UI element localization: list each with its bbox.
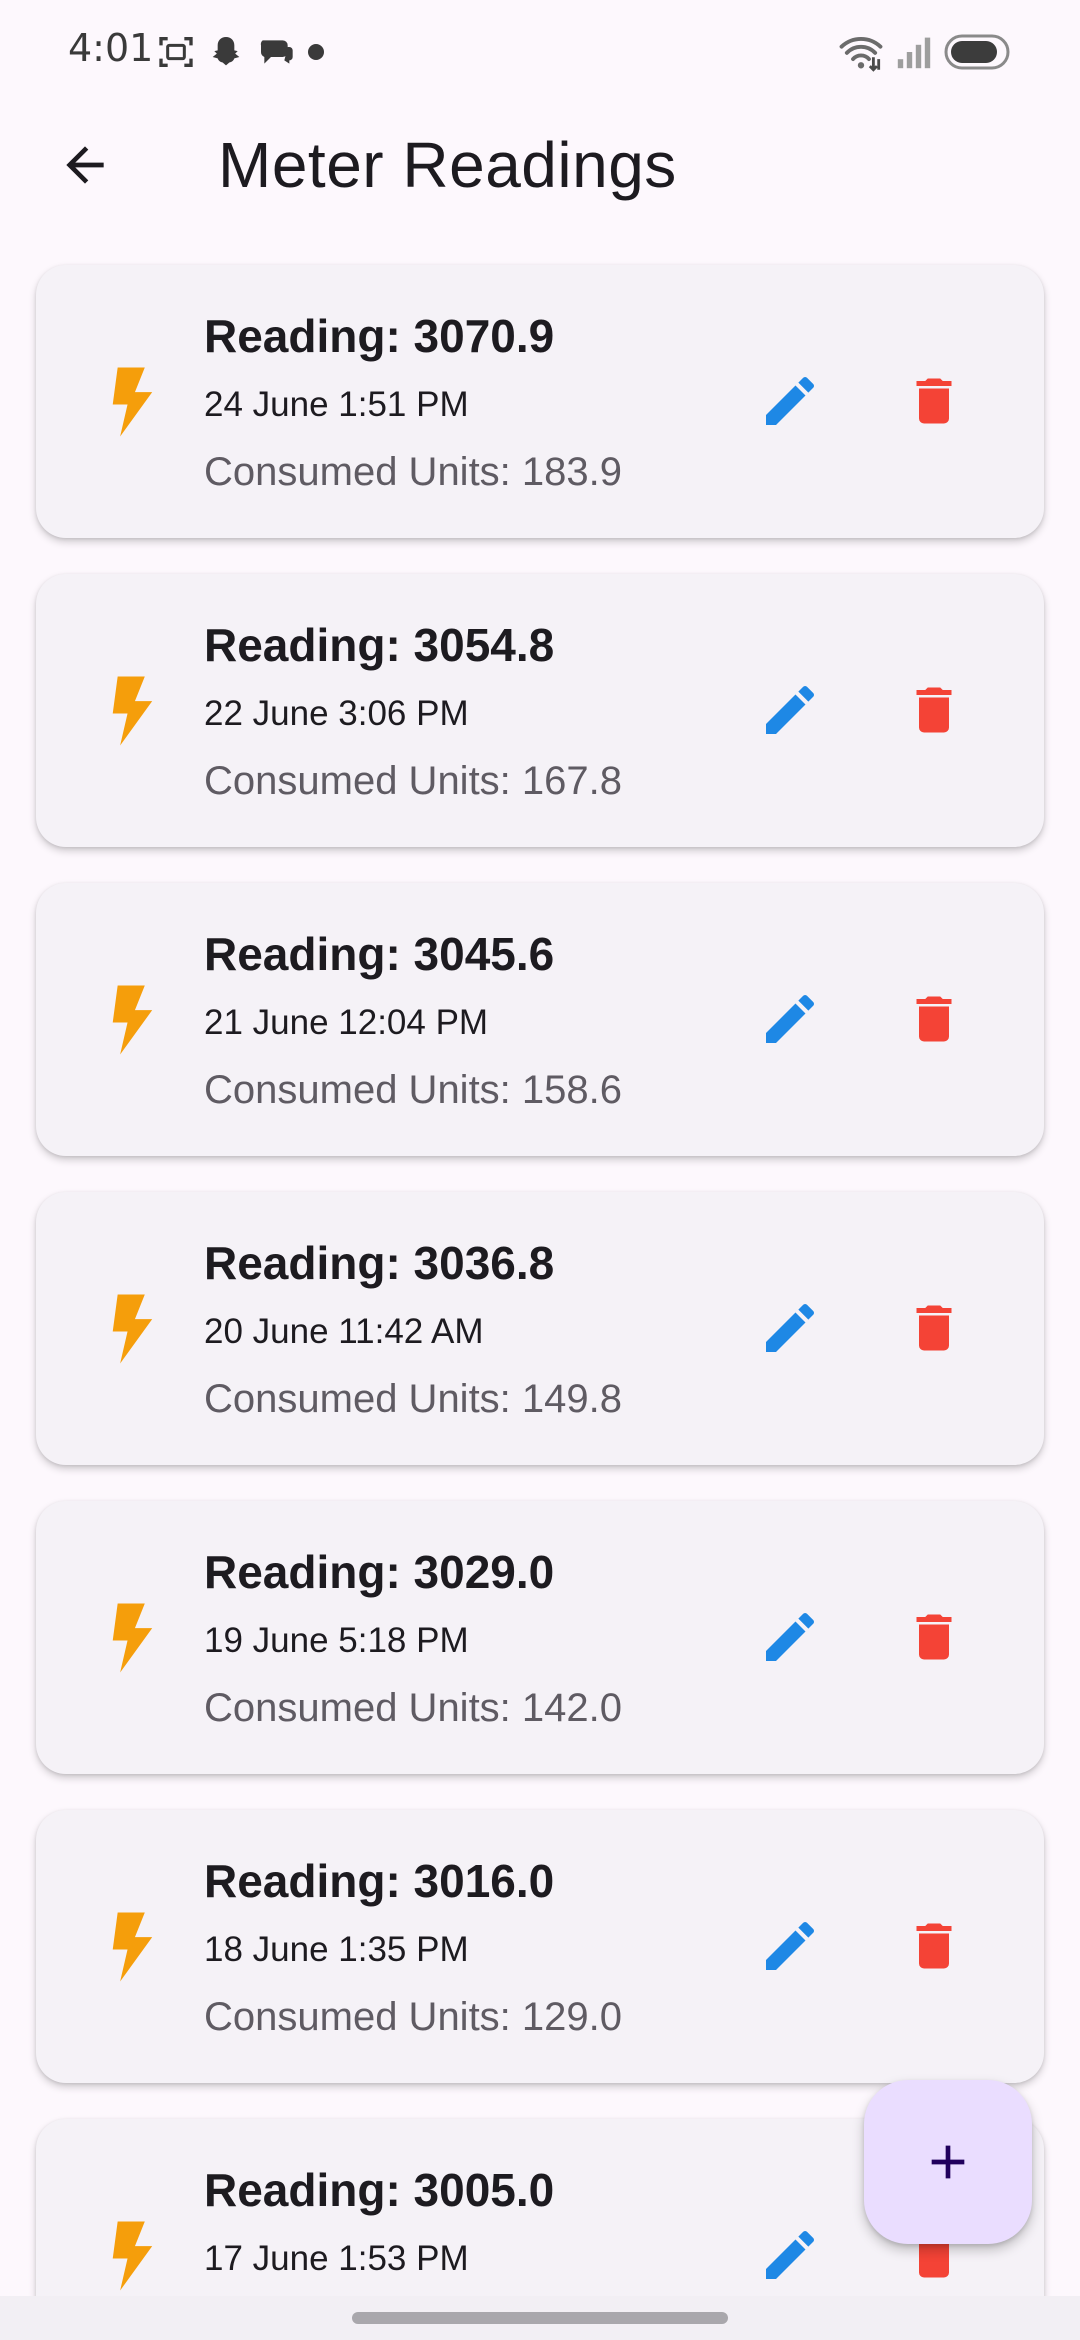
system-icons xyxy=(838,30,1010,74)
delete-button[interactable] xyxy=(884,351,984,451)
reading-date: 21 June 12:04 PM xyxy=(204,1003,489,1042)
consumed-units: Consumed Units: 142.0 xyxy=(204,1686,623,1730)
arrow-back-icon xyxy=(66,146,104,184)
pencil-icon xyxy=(766,1303,815,1352)
snapchat-icon xyxy=(206,32,246,72)
bolt-icon xyxy=(112,367,153,437)
system-nav-bar xyxy=(0,2296,1080,2340)
trash-icon xyxy=(916,1305,952,1351)
delete-button[interactable] xyxy=(884,1278,984,1378)
pencil-icon xyxy=(766,994,815,1043)
chat-icon xyxy=(256,32,296,72)
edit-button[interactable] xyxy=(740,1896,840,1996)
bolt-icon xyxy=(112,676,153,746)
pencil-icon xyxy=(766,2230,815,2279)
delete-button[interactable] xyxy=(884,969,984,1069)
edit-button[interactable] xyxy=(740,660,840,760)
reading-value: Reading: 3016.0 xyxy=(204,1855,555,1907)
reading-card[interactable]: Reading: 3016.0 18 June 1:35 PM Consumed… xyxy=(36,1810,1044,2083)
wifi-icon xyxy=(838,32,884,72)
reading-card[interactable]: Reading: 3029.0 19 June 5:18 PM Consumed… xyxy=(36,1501,1044,1774)
pencil-icon xyxy=(766,376,815,425)
consumed-units: Consumed Units: 149.8 xyxy=(204,1377,623,1421)
reading-card[interactable]: Reading: 3045.6 21 June 12:04 PM Consume… xyxy=(36,883,1044,1156)
reading-value: Reading: 3029.0 xyxy=(204,1546,555,1598)
screenshot-icon xyxy=(156,32,196,72)
reading-date: 17 June 1:53 PM xyxy=(204,2239,469,2278)
trash-icon xyxy=(916,687,952,733)
bolt-icon xyxy=(112,985,153,1055)
reading-date: 19 June 5:18 PM xyxy=(204,1621,469,1660)
reading-value: Reading: 3005.0 xyxy=(204,2164,555,2216)
pencil-icon xyxy=(766,1921,815,1970)
back-button[interactable] xyxy=(40,130,130,200)
add-reading-button[interactable] xyxy=(864,2080,1032,2244)
battery-icon xyxy=(944,32,1010,72)
edit-button[interactable] xyxy=(740,351,840,451)
delete-button[interactable] xyxy=(884,660,984,760)
edit-button[interactable] xyxy=(740,1278,840,1378)
meter-readings-screen: 4:01 Meter Readings Reading: 3070.9 24 J… xyxy=(0,0,1080,2340)
consumed-units: Consumed Units: 183.9 xyxy=(204,450,623,494)
reading-date: 22 June 3:06 PM xyxy=(204,694,469,733)
reading-value: Reading: 3070.9 xyxy=(204,310,555,362)
status-bar: 4:01 xyxy=(0,0,1080,100)
reading-date: 24 June 1:51 PM xyxy=(204,385,469,424)
trash-icon xyxy=(916,996,952,1042)
notification-icons xyxy=(156,30,326,74)
trash-icon xyxy=(916,1923,952,1969)
delete-button[interactable] xyxy=(884,1587,984,1687)
edit-button[interactable] xyxy=(740,2205,840,2305)
app-bar: Meter Readings xyxy=(0,100,1080,230)
reading-date: 20 June 11:42 AM xyxy=(204,1312,484,1351)
reading-value: Reading: 3045.6 xyxy=(204,928,555,980)
page-title: Meter Readings xyxy=(218,129,677,201)
bolt-icon xyxy=(112,1294,153,1364)
delete-button[interactable] xyxy=(884,1896,984,1996)
pencil-icon xyxy=(766,685,815,734)
reading-value: Reading: 3036.8 xyxy=(204,1237,555,1289)
bolt-icon xyxy=(112,1603,153,1673)
reading-value: Reading: 3054.8 xyxy=(204,619,555,671)
gesture-handle[interactable] xyxy=(352,2312,728,2324)
status-time: 4:01 xyxy=(68,26,154,70)
reading-card[interactable]: Reading: 3054.8 22 June 3:06 PM Consumed… xyxy=(36,574,1044,847)
bolt-icon xyxy=(112,2221,153,2291)
pencil-icon xyxy=(766,1612,815,1661)
edit-button[interactable] xyxy=(740,1587,840,1687)
bolt-icon xyxy=(112,1912,153,1982)
reading-date: 18 June 1:35 PM xyxy=(204,1930,469,1969)
consumed-units: Consumed Units: 129.0 xyxy=(204,1995,623,2039)
reading-card[interactable]: Reading: 3070.9 24 June 1:51 PM Consumed… xyxy=(36,265,1044,538)
consumed-units: Consumed Units: 167.8 xyxy=(204,759,623,803)
trash-icon xyxy=(916,1614,952,1660)
edit-button[interactable] xyxy=(740,969,840,1069)
consumed-units: Consumed Units: 158.6 xyxy=(204,1068,623,1112)
trash-icon xyxy=(916,378,952,424)
reading-card[interactable]: Reading: 3036.8 20 June 11:42 AM Consume… xyxy=(36,1192,1044,1465)
plus-icon xyxy=(931,2145,965,2179)
dot-icon xyxy=(306,32,326,72)
signal-icon xyxy=(896,32,932,72)
